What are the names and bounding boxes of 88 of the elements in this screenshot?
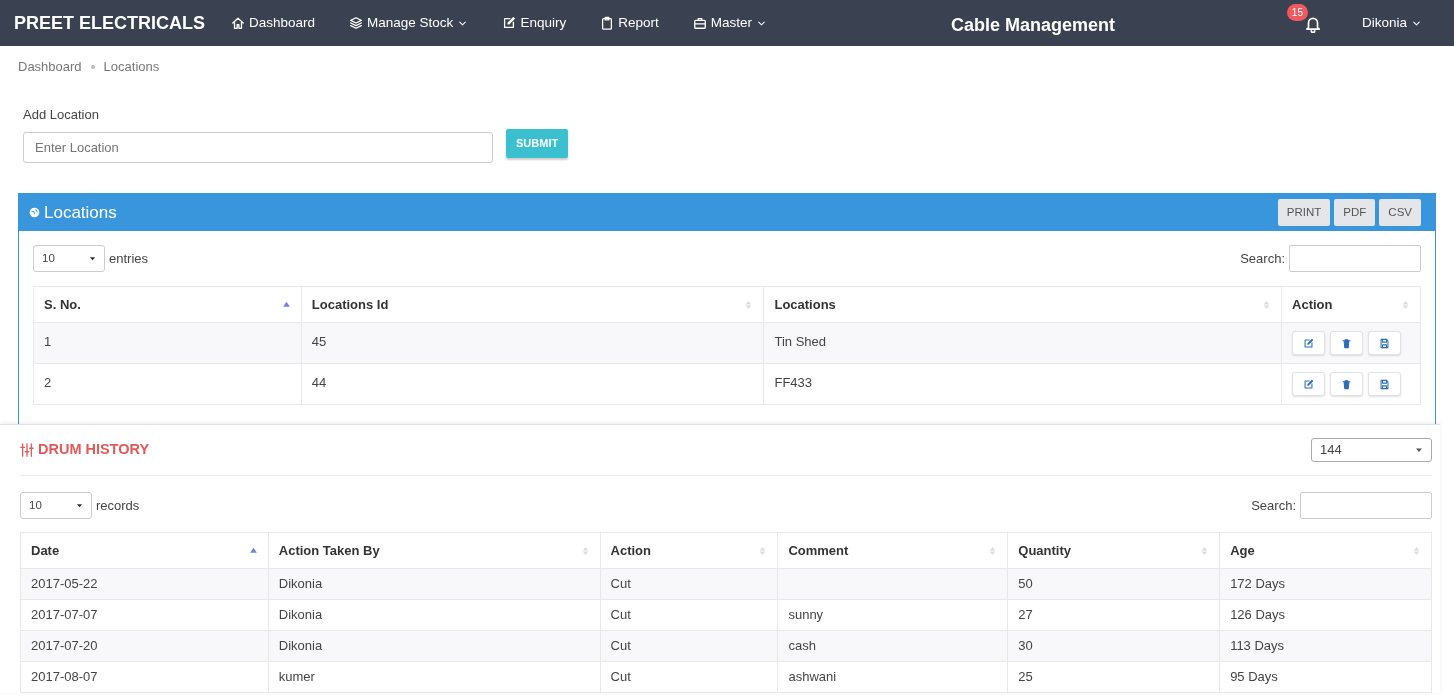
column-header[interactable]: Locations Id (301, 286, 764, 323)
table-cell: Dikonia (268, 630, 601, 662)
nav-link[interactable]: Dashboard (223, 8, 324, 38)
table-cell: Cut (600, 630, 778, 662)
save-button[interactable] (1368, 372, 1402, 396)
table-cell: 44 (301, 363, 764, 405)
table-cell: 2017-05-22 (20, 568, 269, 600)
column-header[interactable]: Comment (777, 532, 1008, 569)
table-cell: 50 (1007, 568, 1220, 600)
table-cell: 95 Days (1219, 661, 1432, 693)
globe-icon (29, 207, 40, 218)
caret-down-icon (1415, 446, 1423, 454)
column-header[interactable]: Action (600, 532, 778, 569)
table-cell: FF433 (763, 363, 1282, 405)
clipboard-icon (600, 16, 615, 30)
layers-icon (349, 16, 364, 30)
column-header[interactable]: Date (20, 532, 269, 569)
nav-link[interactable]: Master (684, 8, 775, 38)
column-header[interactable]: Age (1219, 532, 1432, 569)
nav-link[interactable]: Manage Stock (341, 8, 477, 38)
edit-icon (1303, 378, 1315, 390)
table-cell: sunny (777, 599, 1008, 631)
column-header[interactable]: S. No. (33, 286, 302, 323)
table-cell: 2 (33, 363, 302, 405)
save-icon (1379, 378, 1391, 390)
edit-icon (1303, 337, 1315, 349)
briefcase-icon (692, 16, 707, 30)
drum-select[interactable]: 144 (1311, 438, 1432, 462)
table-cell: 1 (33, 322, 302, 364)
table-cell: 113 Days (1219, 630, 1432, 662)
save-button[interactable] (1368, 331, 1402, 355)
delete-button[interactable] (1330, 331, 1364, 355)
caret-down-icon (76, 502, 83, 509)
search-label: Search: (1240, 249, 1285, 268)
table-cell: 2017-07-07 (20, 599, 269, 631)
table-cell: 2017-07-20 (20, 630, 269, 662)
column-header[interactable]: Action Taken By (268, 532, 601, 569)
brand-name: PREET ELECTRICALS (14, 11, 205, 35)
trash-icon (1341, 337, 1353, 349)
table-cell: 45 (301, 322, 764, 364)
section-title: DRUM HISTORY (38, 440, 150, 460)
trash-icon (1341, 378, 1353, 390)
table-cell: 25 (1007, 661, 1220, 693)
search-field[interactable] (1289, 245, 1421, 272)
breadcrumb-link[interactable]: Locations (103, 59, 160, 74)
column-header[interactable]: Action (1281, 286, 1421, 323)
table-cell: Tin Shed (763, 322, 1282, 364)
search-field[interactable] (1300, 492, 1432, 519)
table-cell: 30 (1007, 630, 1220, 662)
table-cell: Dikonia (268, 568, 601, 600)
export-button[interactable]: PRINT (1277, 198, 1331, 227)
breadcrumb-link[interactable]: Dashboard (18, 59, 82, 74)
export-button[interactable]: CSV (1379, 198, 1421, 227)
edit-button[interactable] (1292, 372, 1326, 396)
edit-button[interactable] (1292, 331, 1326, 355)
length-label: entries (109, 249, 149, 268)
table-cell: ashwani (777, 661, 1008, 693)
nav-link[interactable]: Enquiry (494, 8, 575, 38)
delete-button[interactable] (1330, 372, 1364, 396)
column-header[interactable]: Quantity (1007, 532, 1220, 569)
table-cell: Dikonia (268, 599, 601, 631)
table-cell: kumer (268, 661, 601, 693)
export-button[interactable]: PDF (1334, 198, 1376, 227)
home-icon (231, 16, 245, 30)
column-header[interactable]: Locations (763, 286, 1282, 323)
caret-down-icon (89, 255, 96, 262)
page-length-select[interactable]: 10 (20, 492, 92, 519)
sliders-icon (20, 443, 34, 457)
location-input[interactable]: Enter Location (23, 132, 493, 163)
search-label: Search: (1251, 496, 1296, 515)
edit-icon (502, 16, 517, 30)
table-cell: 2017-08-07 (20, 661, 269, 693)
app-title: Cable Management (951, 14, 1116, 37)
table-cell: 27 (1007, 599, 1220, 631)
save-icon (1379, 337, 1391, 349)
table-cell: cash (777, 630, 1008, 662)
length-label: records (96, 496, 140, 515)
field-label: Add Location (23, 105, 100, 124)
page-length-select[interactable]: 10 (33, 245, 105, 272)
table-cell: 126 Days (1219, 599, 1432, 631)
nav-link[interactable]: Report (592, 8, 667, 38)
panel-title: Locations (44, 201, 117, 224)
table-cell: Cut (600, 599, 778, 631)
table-cell: Cut (600, 568, 778, 600)
table-cell: 172 Days (1219, 568, 1432, 600)
table-cell: Cut (600, 661, 778, 693)
notification-badge: 15 (1286, 4, 1308, 22)
user-menu[interactable]: Dikonia (1353, 8, 1430, 38)
